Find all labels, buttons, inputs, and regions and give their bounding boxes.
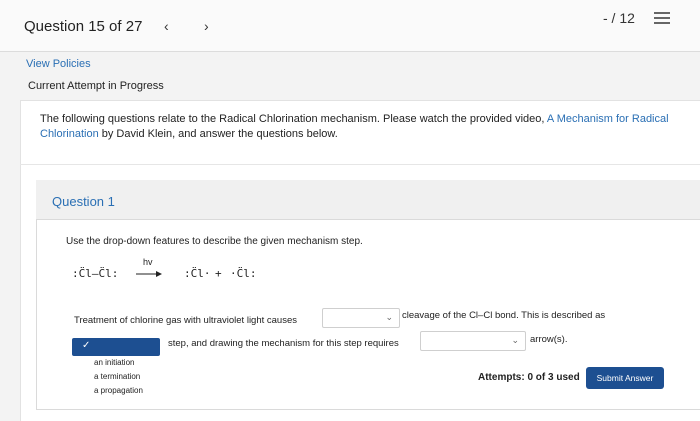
cleavage-type-select[interactable]: ⌄	[322, 308, 400, 328]
mechanism-reactant: :C̈l–C̈l:	[72, 267, 119, 280]
question-instruction: Use the drop-down features to describe t…	[66, 236, 363, 247]
divider	[20, 164, 700, 165]
list-menu-icon[interactable]	[654, 9, 670, 25]
mechanism-product-1: :C̈l·	[184, 267, 211, 280]
question-header	[36, 180, 700, 220]
sentence-2: step, and drawing the mechanism for this…	[168, 338, 399, 349]
sentence-1a: Treatment of chlorine gas with ultraviol…	[74, 315, 298, 326]
step-type-select[interactable]: ✓	[72, 338, 160, 356]
chevron-right-icon[interactable]: ›	[204, 18, 209, 34]
mechanism-plus: +	[215, 267, 222, 280]
mechanism-diagram: :C̈l–C̈l: hv :C̈l· + ·C̈l:	[70, 257, 270, 288]
option-initiation[interactable]: an initiation	[94, 358, 134, 367]
step-type-options: an initiation a termination a propagatio…	[72, 356, 160, 400]
attempt-status: Current Attempt in Progress	[28, 80, 164, 92]
view-policies-link[interactable]: View Policies	[26, 58, 91, 70]
intro-text: The following questions relate to the Ra…	[40, 112, 680, 142]
attempts-counter: Attempts: 0 of 3 used	[478, 372, 580, 383]
check-icon: ✓	[82, 340, 91, 351]
sentence-1b: cleavage of the Cl–Cl bond. This is desc…	[402, 310, 606, 321]
question-progress: Question 15 of 27	[24, 18, 143, 35]
option-termination[interactable]: a termination	[94, 372, 140, 381]
score: - / 12	[603, 10, 635, 26]
chevron-down-icon: ⌄	[511, 335, 519, 345]
reaction-arrow-icon	[136, 271, 162, 277]
mechanism-product-2: ·C̈l:	[230, 267, 257, 280]
chevron-down-icon: ⌄	[385, 312, 393, 322]
option-propagation[interactable]: a propagation	[94, 386, 143, 395]
mechanism-condition: hv	[143, 257, 153, 267]
arrow-count-select[interactable]: ⌄	[420, 331, 526, 351]
chevron-left-icon[interactable]: ‹	[164, 18, 169, 34]
sentence-3: arrow(s).	[530, 334, 568, 345]
intro-text-after: by David Klein, and answer the questions…	[98, 128, 338, 140]
question-title: Question 1	[52, 194, 115, 209]
intro-text-before: The following questions relate to the Ra…	[40, 113, 547, 125]
submit-answer-button[interactable]: Submit Answer	[586, 367, 664, 389]
